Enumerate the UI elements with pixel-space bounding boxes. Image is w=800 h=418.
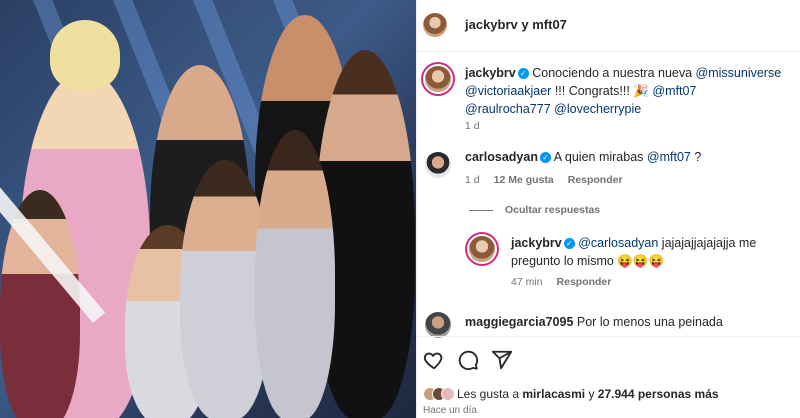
reply-username[interactable]: jackybrv: [511, 236, 562, 250]
hide-replies-label: Ocultar respuestas: [505, 204, 601, 216]
mention-link[interactable]: @mft07: [647, 150, 691, 164]
mention-link[interactable]: @mft07: [652, 84, 696, 98]
person-figure: [255, 130, 335, 418]
header-joiner: y: [517, 17, 533, 32]
mention-link[interactable]: @missuniverse: [696, 66, 782, 80]
likes-avatars[interactable]: [423, 386, 457, 402]
reply-meta: 47 min Responder: [511, 276, 611, 288]
mention-link[interactable]: @raulrocha777: [465, 102, 551, 116]
reply-emojis: 😝😝😝: [617, 254, 665, 268]
comment-username[interactable]: carlosadyan: [465, 150, 538, 164]
divider-line: [469, 209, 493, 211]
comment-username[interactable]: maggiegarcia7095: [465, 315, 573, 329]
mention-link[interactable]: @lovecherrypie: [554, 102, 641, 116]
comment-tail: ?: [690, 150, 702, 164]
comment-icon[interactable]: [457, 349, 479, 371]
caption-text: !!! Congrats!!!: [554, 84, 630, 98]
likes-middle: y: [588, 387, 595, 401]
header-usernames: jackybrv y mft07: [465, 17, 567, 32]
comment-reply-button[interactable]: Responder: [568, 174, 623, 186]
comment-text: Por lo menos una peinada: [576, 315, 723, 329]
header-avatar[interactable]: [423, 13, 447, 37]
caption: jackybrv ✓ Conociendo a nuestra nueva @mi…: [465, 64, 785, 118]
verified-badge-icon: ✓: [539, 152, 551, 163]
caption-avatar[interactable]: [425, 66, 451, 92]
comment-text: A quien mirabas: [553, 150, 644, 164]
header-collaborator[interactable]: mft07: [532, 17, 567, 32]
likes-summary: Les gusta a mirlacasmi y 27.944 personas…: [457, 387, 719, 401]
comment-avatar[interactable]: [425, 152, 451, 178]
caption-text: Conociendo a nuestra nueva: [532, 66, 693, 80]
heart-icon[interactable]: [423, 349, 445, 371]
like-avatar: [441, 387, 455, 401]
verified-badge-icon: ✓: [563, 238, 575, 249]
caption-username[interactable]: jackybrv: [465, 66, 516, 80]
share-icon[interactable]: [491, 349, 513, 371]
post-header: jackybrv y mft07: [417, 0, 800, 52]
hide-replies-button[interactable]: Ocultar respuestas: [469, 204, 600, 216]
likes-user[interactable]: mirlacasmi: [522, 387, 585, 401]
post-timestamp[interactable]: Hace un día: [423, 405, 477, 416]
likes-prefix: Les gusta a: [457, 387, 520, 401]
likes-count[interactable]: 27.944 personas más: [598, 387, 719, 401]
caption-meta: 1 d: [465, 120, 480, 132]
mention-link[interactable]: @victoriaakjaer: [465, 84, 551, 98]
post-photo[interactable]: [0, 0, 416, 418]
crown-figure: [50, 20, 120, 90]
comment-time[interactable]: 1 d: [465, 174, 480, 186]
action-bar: Les gusta a mirlacasmi y 27.944 personas…: [417, 336, 800, 418]
header-username[interactable]: jackybrv: [465, 17, 518, 32]
party-emoji: 🎉: [633, 84, 649, 98]
comment-meta: 1 d 12 Me gusta Responder: [465, 174, 623, 186]
mention-link[interactable]: @carlosadyan: [578, 236, 658, 250]
comment-avatar[interactable]: [425, 312, 451, 338]
reply: jackybrv ✓ @carlosadyan jajajajjajajajja …: [511, 234, 791, 270]
comment: maggiegarcia7095 Por lo menos una peinad…: [465, 313, 785, 331]
reply-time[interactable]: 47 min: [511, 276, 543, 288]
comment-likes[interactable]: 12 Me gusta: [494, 174, 554, 186]
comment: carlosadyan ✓ A quien mirabas @mft07 ?: [465, 148, 785, 166]
reply-avatar[interactable]: [469, 236, 495, 262]
post-detail-panel: jackybrv y mft07 jackybrv ✓ Conociendo a …: [416, 0, 800, 418]
reply-reply-button[interactable]: Responder: [557, 276, 612, 288]
caption-time[interactable]: 1 d: [465, 120, 480, 132]
verified-badge-icon: ✓: [517, 68, 529, 79]
